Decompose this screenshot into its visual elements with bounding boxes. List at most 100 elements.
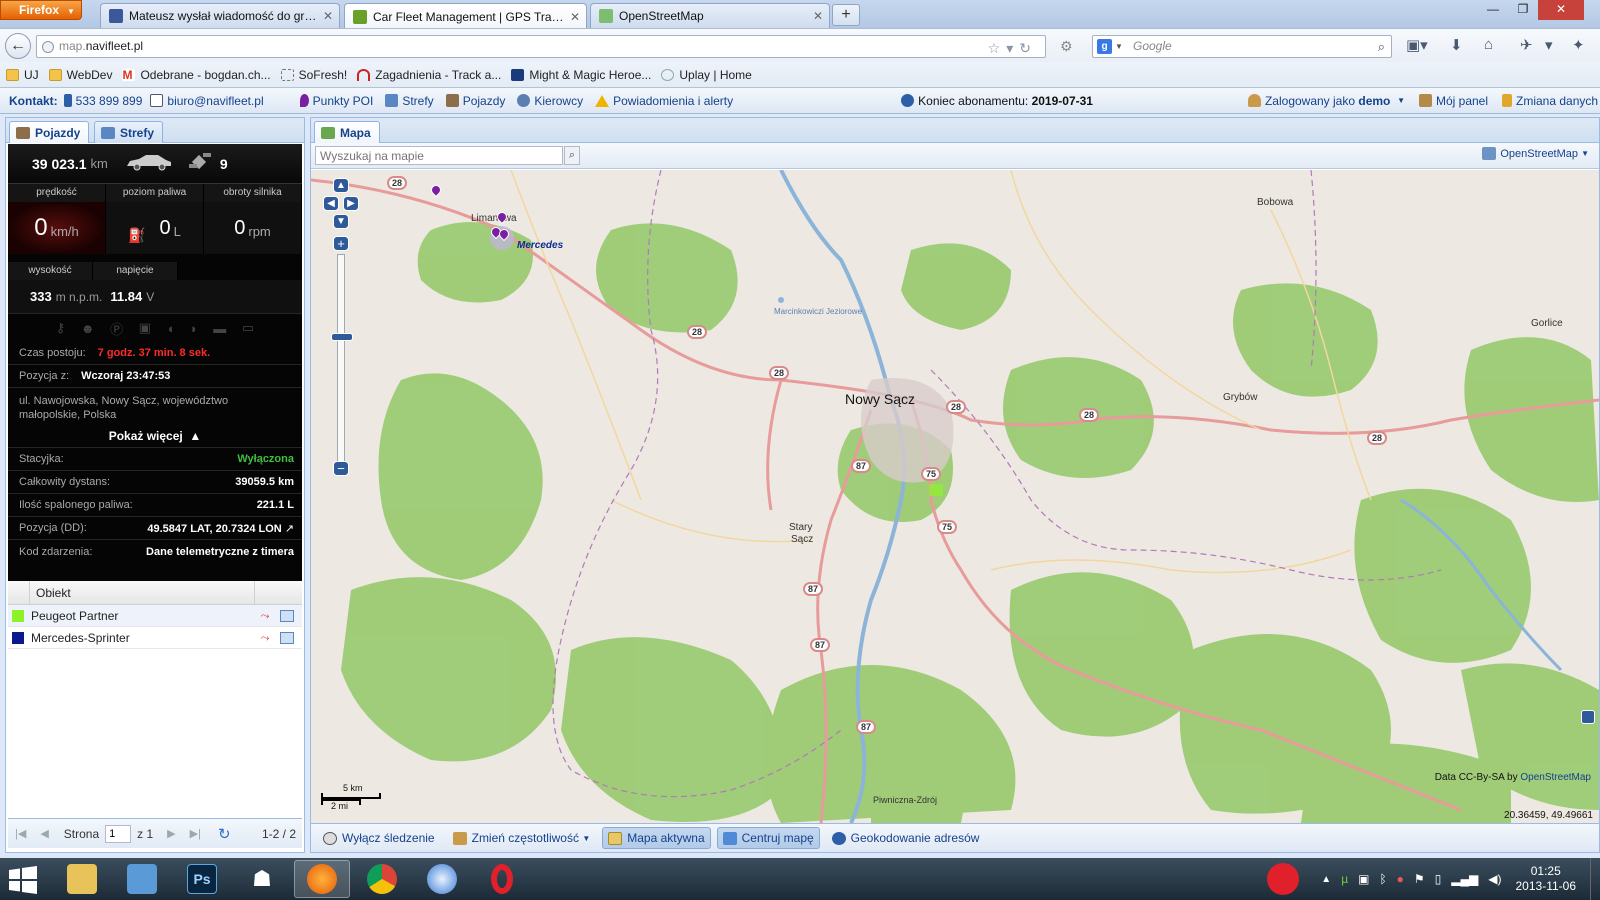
pan-up-button[interactable]: ▲ — [333, 178, 349, 193]
layer-select[interactable]: OpenStreetMap ▼ — [1482, 147, 1589, 160]
nav-vehicles[interactable]: Pojazdy — [445, 94, 505, 108]
show-hidden-icons[interactable]: ▲ — [1321, 874, 1331, 885]
extension-icon[interactable]: ✦ — [1572, 36, 1585, 54]
taskbar-firefox[interactable] — [294, 860, 350, 898]
bookmark-zagadnienia[interactable]: Zagadnienia - Track a... — [357, 68, 501, 82]
firefox-menu-button[interactable]: Firefox ▼ — [0, 0, 82, 20]
taskbar-photoshop[interactable]: Ps — [174, 860, 230, 898]
search-bar[interactable]: g ▼ Google ⌕ — [1092, 35, 1392, 58]
notification-app-icon[interactable] — [1267, 863, 1300, 895]
browser-tab-osm[interactable]: OpenStreetMap ✕ — [590, 3, 830, 28]
user-menu[interactable]: Zalogowany jako demo ▼ — [1247, 94, 1405, 108]
taskbar-control-panel[interactable] — [114, 860, 170, 898]
nav-zones[interactable]: Strefy — [385, 94, 434, 108]
attribution-link[interactable]: OpenStreetMap — [1520, 772, 1591, 783]
home-icon[interactable]: ⌂ — [1484, 36, 1493, 53]
new-tab-button[interactable]: + — [832, 4, 860, 26]
tray-app-icon[interactable]: ● — [1397, 872, 1404, 886]
browser-tab-navifleet[interactable]: Car Fleet Management | GPS Tracker ✕ — [344, 3, 587, 29]
layer-switcher-icon[interactable] — [1581, 710, 1595, 724]
signal-icon[interactable]: ▂▄▆ — [1451, 872, 1478, 886]
search-icon[interactable]: ⌕ — [1378, 36, 1385, 57]
back-button[interactable]: ← — [5, 33, 31, 59]
bookmark-gmail[interactable]: M Odebrane - bogdan.ch... — [122, 68, 271, 82]
pan-right-button[interactable]: ▶ — [343, 196, 359, 211]
bookmark-webdev[interactable]: WebDev — [48, 68, 112, 82]
tray-app-icon[interactable]: ▣ — [1358, 872, 1369, 886]
center-map-toggle[interactable]: Centruj mapę — [716, 827, 820, 849]
route-icon[interactable]: ⤳ — [258, 610, 272, 622]
object-row[interactable]: Mercedes-Sprinter ⤳ — [8, 627, 302, 649]
bookmarks-menu-icon[interactable]: ▣▾ — [1406, 36, 1428, 54]
tab-zones[interactable]: Strefy — [94, 121, 164, 143]
download-icon[interactable]: ⬇ — [1450, 36, 1463, 54]
bookmark-heroes[interactable]: Might & Magic Heroe... — [511, 68, 651, 82]
taskbar-chrome[interactable] — [354, 860, 410, 898]
first-page-icon[interactable]: |◀ — [15, 827, 26, 840]
nav-poi[interactable]: Punkty POI — [299, 94, 373, 108]
bookmark-sofresh[interactable]: SoFresh! — [280, 68, 347, 82]
prev-page-icon[interactable]: ◀ — [40, 827, 48, 840]
star-icon[interactable]: ☆ — [988, 40, 1007, 56]
external-link-icon[interactable]: ↗ — [285, 523, 294, 535]
last-page-icon[interactable]: ▶| — [190, 827, 201, 840]
taskbar-opera[interactable] — [474, 860, 530, 898]
action-center-icon[interactable]: ⚑ — [1414, 872, 1425, 886]
chevron-down-icon[interactable]: ▾ — [1006, 40, 1019, 56]
bookmark-uj[interactable]: UJ — [6, 68, 39, 82]
close-tab-icon[interactable]: ✕ — [570, 10, 580, 24]
tab-map[interactable]: Mapa — [314, 121, 380, 143]
stop-tracking-button[interactable]: Wyłącz śledzenie — [317, 827, 441, 849]
object-row[interactable]: Peugeot Partner ⤳ — [8, 605, 302, 627]
addon-icon[interactable]: ⚙ — [1060, 38, 1073, 55]
change-frequency-button[interactable]: Zmień częstotliwość ▼ — [447, 827, 597, 849]
pan-down-button[interactable]: ▼ — [333, 214, 349, 229]
battery-icon[interactable]: ▯ — [1435, 872, 1442, 886]
clock[interactable]: 01:25 2013-11-06 — [1516, 864, 1577, 894]
start-button[interactable] — [8, 866, 40, 894]
reload-icon[interactable]: ↻ — [1019, 40, 1037, 56]
map-search-input[interactable] — [315, 146, 563, 165]
email-contact[interactable]: biuro@navifleet.pl — [150, 94, 264, 108]
bluetooth-icon[interactable]: ᛒ — [1379, 872, 1386, 886]
map-canvas[interactable]: Nowy Sącz Limanowa Bobowa Gorlice Grybów… — [311, 170, 1599, 823]
chevron-down-icon[interactable]: ▾ — [1545, 36, 1553, 54]
pan-left-button[interactable]: ◀ — [323, 196, 339, 211]
vehicle-label[interactable]: Mercedes — [517, 240, 563, 251]
show-more-button[interactable]: Pokaż więcej ▲ — [8, 424, 302, 448]
maximize-window-button[interactable]: ❐ — [1508, 0, 1538, 20]
geocoding-button[interactable]: Geokodowanie adresów — [826, 827, 986, 849]
zoom-slider-handle[interactable] — [331, 333, 353, 341]
route-icon[interactable]: ⤳ — [258, 632, 272, 644]
column-header-object[interactable]: Obiekt — [30, 586, 254, 600]
taskbar-gimp[interactable]: ☗ — [234, 860, 290, 898]
close-tab-icon[interactable]: ✕ — [813, 9, 823, 23]
tab-vehicles[interactable]: Pojazdy — [9, 121, 90, 143]
extension-icon[interactable]: ✈ — [1520, 36, 1533, 54]
taskbar-explorer[interactable] — [54, 860, 110, 898]
map-view-icon[interactable] — [280, 631, 294, 644]
zoom-slider[interactable] — [337, 254, 345, 476]
map-view-icon[interactable] — [280, 609, 294, 622]
close-window-button[interactable]: ✕ — [1538, 0, 1584, 20]
change-data-link[interactable]: Zmiana danych — [1502, 94, 1598, 108]
volume-icon[interactable]: ◀) — [1488, 872, 1501, 886]
map-active-toggle[interactable]: Mapa aktywna — [602, 827, 711, 849]
close-tab-icon[interactable]: ✕ — [323, 9, 333, 23]
next-page-icon[interactable]: ▶ — [167, 827, 175, 840]
browser-tab-facebook[interactable]: Mateusz wysłał wiadomość do grupy ... ✕ — [100, 3, 340, 28]
map-search-button[interactable]: ⌕ — [564, 146, 580, 165]
refresh-icon[interactable]: ↻ — [218, 825, 231, 843]
taskbar-safari[interactable] — [414, 860, 470, 898]
bookmark-uplay[interactable]: Uplay | Home — [661, 68, 752, 82]
minimize-window-button[interactable]: — — [1478, 0, 1508, 20]
my-panel-link[interactable]: Mój panel — [1418, 94, 1488, 108]
nav-alerts[interactable]: Powiadomienia i alerty — [595, 94, 733, 108]
show-desktop-button[interactable] — [1590, 858, 1600, 900]
nav-drivers[interactable]: Kierowcy — [517, 94, 583, 108]
zoom-out-button[interactable]: − — [333, 461, 349, 476]
zoom-in-button[interactable]: + — [333, 236, 349, 251]
utorrent-icon[interactable]: µ — [1341, 872, 1348, 886]
url-bar[interactable]: map.navifleet.pl ☆▾↻ — [36, 35, 1046, 58]
chevron-down-icon[interactable]: ▼ — [1115, 36, 1123, 57]
